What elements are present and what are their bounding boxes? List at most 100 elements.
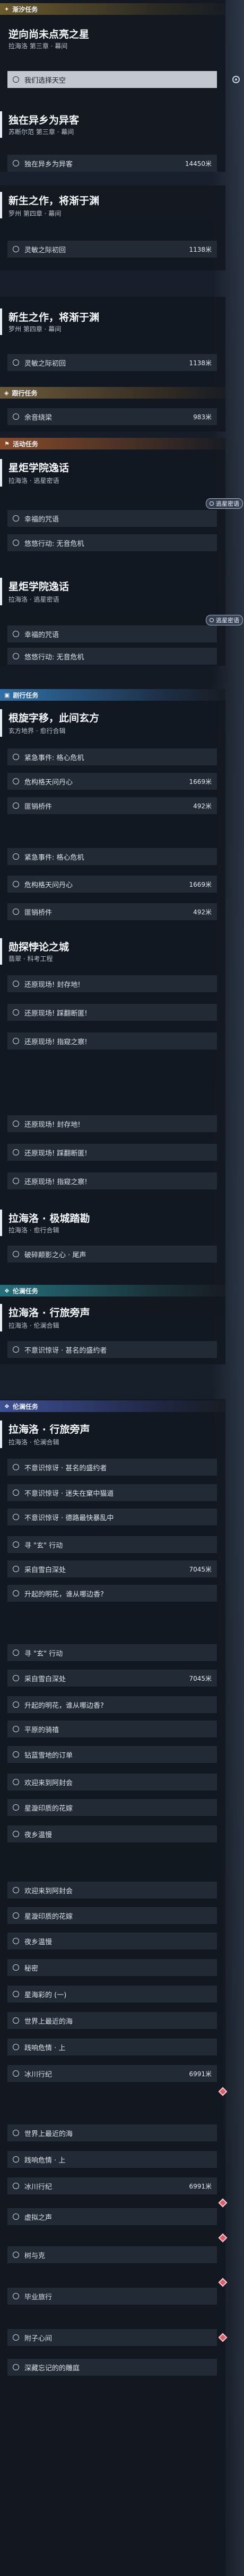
quest-objective-row[interactable]: 不意识惊讶 · 迷失在窠中猫道 xyxy=(7,1484,217,1501)
quest-objective-row[interactable]: 还原现场! 封存地! xyxy=(7,1115,217,1132)
objective-label: 寻 "玄" 行动 xyxy=(24,1541,63,1550)
quest-objective-row[interactable]: 钻蓝雪地的订单 xyxy=(7,1746,217,1763)
quest-objective-row[interactable]: 践响危情 · 上 xyxy=(7,2151,217,2168)
quest-category-header[interactable]: ◈ 跟行任务 xyxy=(0,387,225,399)
quest-objective-row[interactable]: 升起的明花，谁从哪边香? xyxy=(7,1696,217,1713)
quest-category-header[interactable]: ▣ 剧行任务 xyxy=(0,689,225,701)
objective-label: 余音绕梁 xyxy=(24,413,53,422)
quest-category-header[interactable]: ✦ 渐汐任务 xyxy=(0,3,225,15)
quest-objective-row[interactable]: 悠悠行动: 无音危机 xyxy=(7,534,217,551)
quest-objective-row[interactable]: 树与克 xyxy=(7,2246,217,2263)
quest-objective-row[interactable]: 平原的骑禧 xyxy=(7,1721,217,1737)
quest-objective-row[interactable]: 虚拟之声 xyxy=(7,2208,217,2225)
objective-label: 灵敏之际初回 xyxy=(24,359,66,368)
flag-icon: ⚑ xyxy=(4,440,10,447)
quest-objective-row[interactable]: 余音绕梁 983米 xyxy=(7,408,217,425)
quest-objective-row[interactable]: 危构格天问丹心 1669米 xyxy=(7,876,217,893)
quest-objective-row[interactable]: 星海彩的 (一) xyxy=(7,1986,217,2002)
quest-objective-row[interactable]: 还原现场! 封存地! xyxy=(7,975,217,992)
objective-label: 虚拟之声 xyxy=(24,2213,53,2222)
star-icon: ✦ xyxy=(4,5,10,13)
quest-objective-row[interactable]: 独在异乡为异客 14450米 xyxy=(7,155,217,172)
quest-objective-row[interactable]: 升起的明花，谁从哪边香? xyxy=(7,1585,217,1602)
quest-objective-row[interactable]: 世界上最近的海 xyxy=(7,2124,217,2141)
objective-circle-icon xyxy=(13,981,19,987)
quest-objective-row[interactable]: 夜乡温慢 xyxy=(7,1825,217,1842)
quest-objective-row[interactable]: 灵敏之际初回 1138米 xyxy=(7,241,217,258)
quest-objective-row[interactable]: 世界上最近的海 xyxy=(7,2012,217,2029)
quest-objective-row[interactable]: 还原现场! 指窥之察! xyxy=(7,1033,217,1049)
quest-objective-row[interactable]: 深藏忘记的的雕庭 xyxy=(7,2359,217,2376)
objective-circle-icon xyxy=(13,1464,19,1470)
objective-circle-icon xyxy=(13,1178,19,1184)
quest-objective-row[interactable]: 不意识惊讶 · 甚名的盛约者 xyxy=(7,1459,217,1476)
quest-objective-row[interactable]: 还原现场! 踩翻断匿! xyxy=(7,1144,217,1161)
quest-title[interactable]: 拉海洛 · 行旅旁声 xyxy=(8,1422,90,1436)
quest-title[interactable]: 新生之作，将渐于渊 xyxy=(8,193,99,207)
quest-objective-row[interactable]: 践响危情 · 上 xyxy=(7,2039,217,2055)
quest-subtitle: 玄方地界 · 愈行合辑 xyxy=(8,727,66,735)
quest-objective-row[interactable]: 采自雪白深处 7045米 xyxy=(7,1670,217,1687)
objective-label: 悠悠行动: 无音危机 xyxy=(24,653,84,661)
quest-title[interactable]: 勋探悖论之城 xyxy=(8,939,69,954)
follow-badge-label: 逃星密语 xyxy=(216,500,239,507)
quest-objective-row[interactable]: 欢迎来到阿封会 xyxy=(7,1882,217,1899)
quest-objective-row[interactable]: 寻 "玄" 行动 xyxy=(7,1644,217,1661)
quest-title[interactable]: 星炬学院逸话 xyxy=(8,460,69,474)
objective-distance: 1669米 xyxy=(189,880,212,888)
quest-objective-row[interactable]: 不意识惊讶 · 甚名的盛约者 xyxy=(7,1341,217,1358)
quest-objective-row[interactable]: 冰川行纪 6991米 xyxy=(7,2177,217,2194)
follow-badge[interactable]: 逃星密语 xyxy=(206,498,243,509)
quest-objective-row[interactable]: 灵敏之际初回 1138米 xyxy=(7,354,217,371)
objective-label: 不意识惊讶 · 甚名的盛约者 xyxy=(24,1346,107,1355)
quest-objective-row[interactable]: 紧急事件: 格心危机 xyxy=(7,848,217,865)
quest-objective-row[interactable]: 冰川行纪 6991米 xyxy=(7,2065,217,2082)
quest-objective-row[interactable]: 夜乡温慢 xyxy=(7,1933,217,1949)
quest-title[interactable]: 新生之作，将渐于渊 xyxy=(8,310,99,324)
quest-objective-row[interactable]: 危构格天问丹心 1669米 xyxy=(7,773,217,790)
quest-title[interactable]: 拉海洛 · 极城踏勘 xyxy=(8,1211,90,1225)
quest-objective-row[interactable]: 采自雪白深处 7045米 xyxy=(7,1560,217,1577)
quest-category-header[interactable]: ❖ 伦澜任务 xyxy=(0,1285,225,1296)
quest-objective-row[interactable]: 幸福的咒语 xyxy=(7,625,217,642)
quest-objective-row[interactable]: 寻 "玄" 行动 xyxy=(7,1536,217,1553)
objective-label: 独在异乡为异客 xyxy=(24,160,73,169)
quest-objective-row[interactable]: 悠悠行动: 无音危机 xyxy=(7,648,217,665)
objective-circle-icon xyxy=(13,1887,19,1893)
quest-objective-row[interactable]: 匪销桥件 492米 xyxy=(7,797,217,814)
quest-objective-row[interactable]: 星漩印质的花嫁 xyxy=(7,1907,217,1924)
objective-label: 践响危情 · 上 xyxy=(24,2044,66,2052)
quest-objective-row[interactable]: 星漩印质的花嫁 xyxy=(7,1799,217,1816)
quest-objective-row[interactable]: 紧急事件: 格心危机 xyxy=(7,748,217,765)
track-target-icon[interactable] xyxy=(232,76,240,83)
quest-objective-row[interactable]: 幸福的咒语 xyxy=(7,510,217,527)
objective-circle-icon xyxy=(13,778,19,784)
compass-icon: ◈ xyxy=(4,389,9,396)
quest-objective-row[interactable]: 破碎颠影之心 · 尾声 xyxy=(7,1246,217,1263)
follow-badge[interactable]: 逃星密语 xyxy=(206,615,243,625)
objective-label: 还原现场! 踩翻断匿! xyxy=(24,1009,88,1018)
quest-category-header[interactable]: ⚑ 活动任务 xyxy=(0,438,225,449)
quest-title[interactable]: 独在异乡为异客 xyxy=(8,112,79,127)
quest-objective-row[interactable]: 欢迎来到阿封会 xyxy=(7,1774,217,1790)
quest-objective-row[interactable]: 毕业旅行 xyxy=(7,2288,217,2305)
objective-circle-icon xyxy=(13,1346,19,1353)
quest-objective-row[interactable]: 匪销桥件 492米 xyxy=(7,903,217,920)
quest-title[interactable]: 星炬学院逸话 xyxy=(8,579,69,593)
quest-title[interactable]: 根旋字移，此间玄方 xyxy=(8,710,99,725)
quest-objective-row[interactable]: 附子心间 xyxy=(7,2329,217,2346)
quest-objective-row[interactable]: 我们选择天空 xyxy=(7,71,217,88)
quest-title[interactable]: 拉海洛 · 行旅旁声 xyxy=(8,1305,90,1319)
objective-label: 钻蓝雪地的订单 xyxy=(24,1751,73,1760)
quest-objective-row[interactable]: 不意识惊讶 · 德路最快暴乱中 xyxy=(7,1508,217,1525)
objective-label: 破碎颠影之心 · 尾声 xyxy=(24,1251,86,1259)
quest-category-header[interactable]: ❖ 伦澜任务 xyxy=(0,1400,225,1412)
quest-objective-row[interactable]: 秘密 xyxy=(7,1959,217,1976)
quest-title[interactable]: 逆向尚未点亮之星 xyxy=(8,27,89,41)
objective-circle-icon xyxy=(13,1009,19,1016)
quest-objective-row[interactable]: 还原现场! 踩翻断匿! xyxy=(7,1004,217,1021)
objective-label: 寻 "玄" 行动 xyxy=(24,1649,63,1658)
objective-label: 灵敏之际初回 xyxy=(24,246,66,254)
quest-objective-row[interactable]: 还原现场! 指窥之察! xyxy=(7,1172,217,1189)
objective-circle-icon xyxy=(13,653,19,659)
